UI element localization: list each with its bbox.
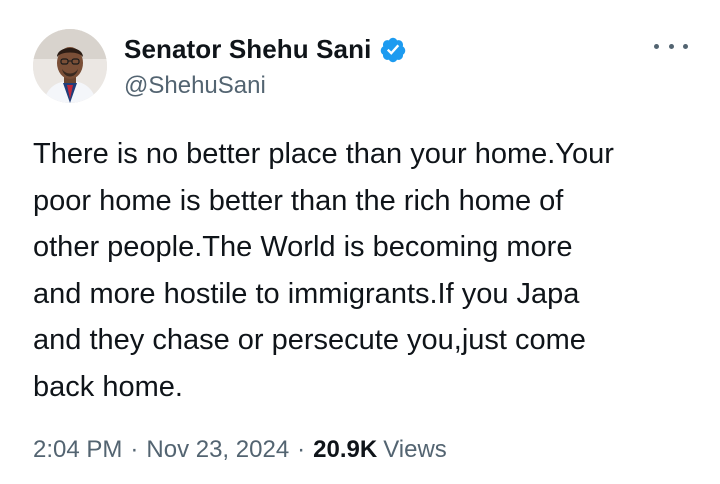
avatar[interactable]	[33, 29, 107, 103]
tweet-time[interactable]: 2:04 PM	[33, 436, 122, 464]
tweet-date[interactable]: Nov 23, 2024	[146, 436, 289, 464]
more-dot	[668, 43, 674, 49]
views-label[interactable]: Views	[383, 436, 447, 464]
meta-separator: ·	[297, 436, 306, 463]
author-name-row: Senator Shehu Sani	[124, 34, 407, 65]
more-dot	[683, 43, 688, 49]
tweet-text: There is no better place than your home.…	[33, 138, 614, 403]
tweet-card: Senator Shehu Sani @ShehuSani There is n…	[0, 0, 720, 484]
author-display-name[interactable]: Senator Shehu Sani	[124, 34, 371, 65]
tweet-meta: 2:04 PM · Nov 23, 2024 · 20.9K Views	[33, 436, 447, 464]
verified-badge-icon[interactable]	[379, 36, 407, 64]
author-handle[interactable]: @ShehuSani	[124, 72, 266, 100]
views-count[interactable]: 20.9K	[313, 436, 377, 464]
more-horizontal-icon[interactable]	[654, 36, 688, 56]
meta-separator: ·	[130, 436, 139, 463]
more-dot	[654, 43, 659, 49]
